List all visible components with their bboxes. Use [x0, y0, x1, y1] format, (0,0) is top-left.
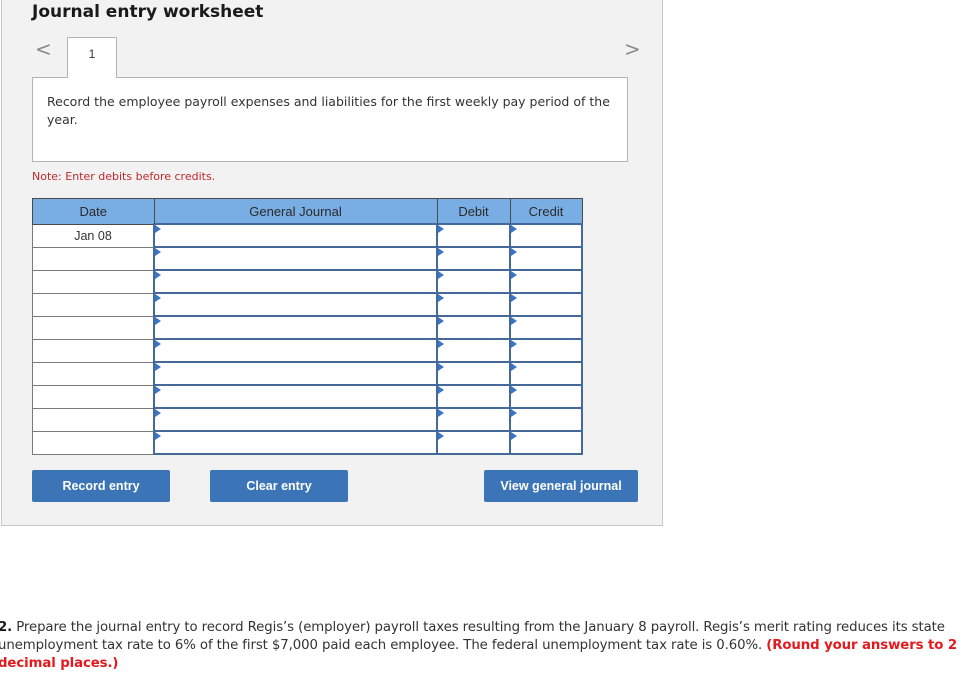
debit-input[interactable] [436, 361, 511, 386]
note-text: Note: Enter debits before credits. [32, 170, 216, 183]
table-row [32, 361, 583, 386]
date-cell [32, 315, 155, 340]
date-cell: Jan 08 [32, 223, 155, 248]
table-row: Jan 08 [32, 223, 583, 248]
debit-input[interactable] [436, 246, 511, 271]
date-cell [32, 407, 155, 432]
debit-input[interactable] [436, 223, 511, 248]
general-journal-input[interactable] [153, 269, 438, 294]
date-cell [32, 292, 155, 317]
credit-input[interactable] [509, 361, 583, 386]
header-general-journal: General Journal [153, 198, 438, 225]
record-entry-button[interactable]: Record entry [32, 470, 170, 502]
table-row [32, 384, 583, 409]
table-row [32, 269, 583, 294]
date-cell [32, 338, 155, 363]
debit-input[interactable] [436, 315, 511, 340]
table-row [32, 246, 583, 271]
credit-input[interactable] [509, 246, 583, 271]
worksheet-title: Journal entry worksheet [32, 2, 264, 22]
debit-input[interactable] [436, 407, 511, 432]
general-journal-input[interactable] [153, 246, 438, 271]
date-cell [32, 246, 155, 271]
date-cell [32, 269, 155, 294]
header-date: Date [32, 198, 155, 225]
credit-input[interactable] [509, 338, 583, 363]
general-journal-input[interactable] [153, 315, 438, 340]
credit-input[interactable] [509, 223, 583, 248]
general-journal-input[interactable] [153, 292, 438, 317]
view-general-journal-button[interactable]: View general journal [484, 470, 638, 502]
general-journal-input[interactable] [153, 430, 438, 455]
clear-entry-button[interactable]: Clear entry [210, 470, 348, 502]
header-credit: Credit [509, 198, 583, 225]
credit-input[interactable] [509, 269, 583, 294]
tab-1[interactable]: 1 [67, 37, 117, 78]
table-row [32, 430, 583, 455]
table-header-row: Date General Journal Debit Credit [32, 198, 583, 225]
table-row [32, 407, 583, 432]
debit-input[interactable] [436, 338, 511, 363]
journal-table: Date General Journal Debit Credit Jan 08 [32, 198, 583, 455]
table-row [32, 338, 583, 363]
question-text: 2. Prepare the journal entry to record R… [0, 619, 960, 673]
general-journal-input[interactable] [153, 384, 438, 409]
credit-input[interactable] [509, 384, 583, 409]
debit-input[interactable] [436, 430, 511, 455]
credit-input[interactable] [509, 407, 583, 432]
table-row [32, 292, 583, 317]
journal-entry-worksheet-panel: Journal entry worksheet < > 1 Record the… [1, 0, 663, 526]
table-row [32, 315, 583, 340]
general-journal-input[interactable] [153, 338, 438, 363]
general-journal-input[interactable] [153, 223, 438, 248]
date-cell [32, 430, 155, 455]
credit-input[interactable] [509, 430, 583, 455]
date-cell [32, 384, 155, 409]
instruction-text: Record the employee payroll expenses and… [47, 94, 610, 127]
chevron-right-icon[interactable]: > [624, 39, 641, 59]
debit-input[interactable] [436, 384, 511, 409]
debit-input[interactable] [436, 292, 511, 317]
general-journal-input[interactable] [153, 361, 438, 386]
debit-input[interactable] [436, 269, 511, 294]
credit-input[interactable] [509, 315, 583, 340]
credit-input[interactable] [509, 292, 583, 317]
chevron-left-icon[interactable]: < [35, 39, 52, 59]
instruction-box: Record the employee payroll expenses and… [32, 77, 628, 162]
question-number: 2. [0, 620, 13, 635]
header-debit: Debit [436, 198, 511, 225]
date-cell [32, 361, 155, 386]
general-journal-input[interactable] [153, 407, 438, 432]
